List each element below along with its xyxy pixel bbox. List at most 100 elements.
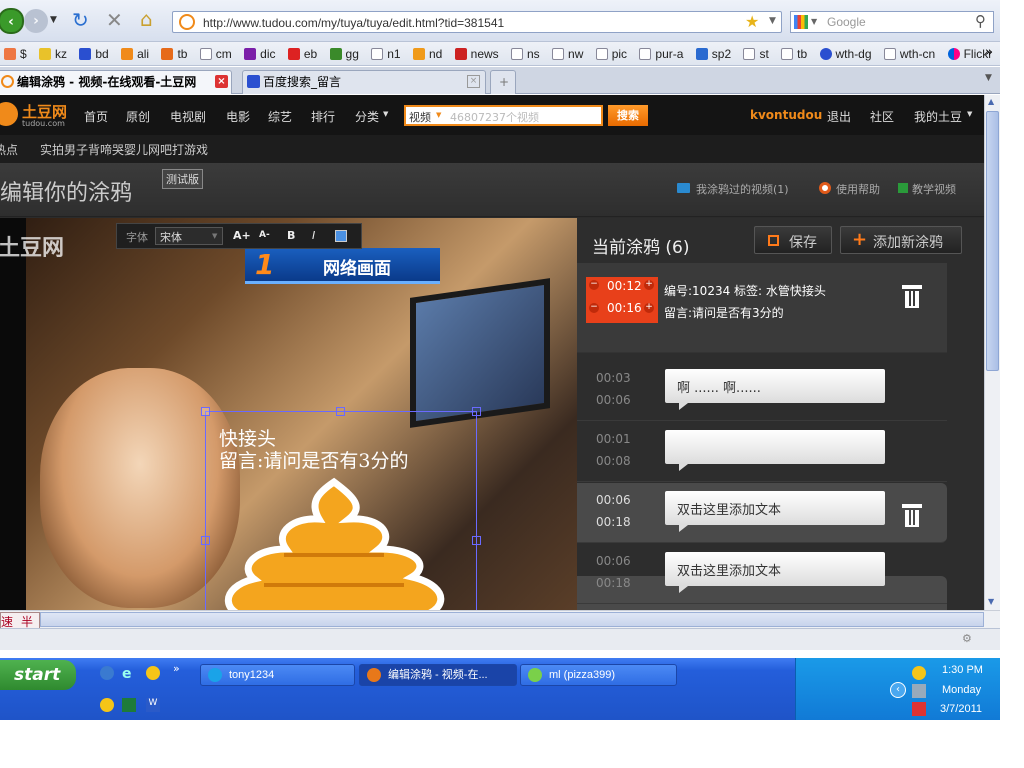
nav-original[interactable]: 原创 <box>126 108 150 125</box>
reload-icon[interactable]: ↻ <box>72 8 89 32</box>
bookmark-item[interactable]: cm <box>199 42 232 65</box>
help-link[interactable]: 使用帮助 <box>836 181 880 197</box>
quicklaunch-overflow-icon[interactable]: » <box>173 662 180 675</box>
scroll-up-icon[interactable]: ▲ <box>988 97 994 106</box>
start-decrement-icon[interactable]: − <box>589 280 599 290</box>
doodle-row[interactable]: 00:06 00:18 双击这里添加文本 <box>577 544 947 604</box>
bold-button[interactable]: B <box>287 229 295 242</box>
color-picker-button[interactable] <box>335 230 347 242</box>
forward-button[interactable]: › <box>24 9 48 33</box>
speech-bubble[interactable]: 啊 ...... 啊...... <box>665 369 885 410</box>
site-search-button[interactable]: 搜索 <box>608 105 648 126</box>
bookmark-item[interactable]: pur-a <box>639 42 683 65</box>
taskbar-item[interactable]: ml (pizza399) <box>520 664 677 686</box>
tab-inactive[interactable]: 百度搜索_留言 × <box>242 70 486 94</box>
history-dropdown-icon[interactable]: ▼ <box>50 15 57 25</box>
breadcrumb-item[interactable]: 热点 <box>0 141 18 158</box>
start-button[interactable]: start <box>0 660 76 690</box>
bookmark-item[interactable]: dic <box>244 42 275 65</box>
home-icon[interactable]: ⌂ <box>140 7 153 31</box>
site-search-input[interactable]: 视频 ▼ 46807237个视频 <box>404 105 603 126</box>
video-canvas[interactable]: 土豆网 1 网络画面 字体 宋体 ▼ A+ A- B I 快接头 留言:请问是否… <box>0 218 577 610</box>
nav-movie[interactable]: 电影 <box>226 108 250 125</box>
my-doodle-videos-link[interactable]: 我涂鸦过的视频(1) <box>696 181 789 197</box>
bookmark-item[interactable]: st <box>743 42 769 65</box>
bookmark-item[interactable]: wth-cn <box>883 42 935 65</box>
ie-icon[interactable]: e <box>122 666 132 682</box>
save-button[interactable]: 保存 <box>754 226 832 254</box>
resize-handle[interactable] <box>336 407 345 416</box>
tray-expand-icon[interactable]: ‹ <box>890 682 906 698</box>
magnifier-icon[interactable]: ⚲ <box>975 12 986 30</box>
tab-list-icon[interactable]: ▼ <box>985 73 992 83</box>
doodle-selection-box[interactable]: 快接头 留言:请问是否有3分的 <box>201 407 481 610</box>
bookmark-item[interactable]: sp2 <box>695 42 731 65</box>
tudou-logo-icon[interactable] <box>0 102 18 126</box>
tab-close-icon[interactable]: × <box>215 75 228 88</box>
start-increment-icon[interactable]: + <box>644 280 654 290</box>
bookmark-item[interactable]: n1 <box>371 42 401 65</box>
end-increment-icon[interactable]: + <box>644 303 654 313</box>
bookmark-item[interactable]: bd <box>79 42 109 65</box>
speech-bubble[interactable] <box>665 430 885 471</box>
bookmark-item[interactable]: nw <box>552 42 583 65</box>
tray-network-icon[interactable] <box>912 684 926 698</box>
tray-security-icon[interactable] <box>912 702 926 716</box>
new-tab-button[interactable]: + <box>490 70 516 94</box>
bookmark-item[interactable]: ali <box>121 42 149 65</box>
address-bar[interactable]: http://www.tudou.com/my/tuya/tuya/edit.h… <box>172 11 782 33</box>
bookmark-item[interactable]: tb <box>161 42 187 65</box>
resize-handle[interactable] <box>201 536 210 545</box>
smiley-icon[interactable] <box>100 698 114 712</box>
nav-tv[interactable]: 电视剧 <box>170 108 206 125</box>
doodle-row[interactable]: 00:01 00:08 <box>577 422 947 482</box>
engine-dropdown-icon[interactable]: ▼ <box>811 17 817 26</box>
resize-handle[interactable] <box>201 407 210 416</box>
bookmark-item[interactable]: news <box>454 42 499 65</box>
bookmark-item[interactable]: nd <box>412 42 442 65</box>
word-icon[interactable]: W <box>146 698 160 712</box>
tab-close-icon[interactable]: × <box>467 75 480 88</box>
selected-doodle-row[interactable]: − 00:12 + − 00:16 + 编号:10234 标签: 水管快接头 留… <box>577 263 947 353</box>
doodle-row[interactable]: 00:06 00:18 双击这里添加文本 <box>577 483 947 543</box>
speech-bubble[interactable]: 双击这里添加文本 <box>665 491 885 532</box>
scroll-down-icon[interactable]: ▼ <box>988 597 994 606</box>
bookmark-item[interactable]: kz <box>39 42 67 65</box>
back-button[interactable]: ‹ <box>0 8 24 34</box>
scroll-thumb[interactable] <box>986 111 999 371</box>
add-doodle-button[interactable]: + 添加新涂鸦 <box>840 226 962 254</box>
bookmark-item[interactable]: pic <box>595 42 627 65</box>
my-tudou-link[interactable]: 我的土豆 <box>914 108 962 125</box>
tray-smiley-icon[interactable] <box>912 666 926 680</box>
username[interactable]: kvontudou <box>750 108 822 122</box>
vertical-scrollbar[interactable]: ▲ ▼ <box>984 95 1000 610</box>
bookmark-item[interactable]: wth-dg <box>819 42 872 65</box>
font-larger-button[interactable]: A+ <box>233 229 251 242</box>
delete-trash-icon[interactable] <box>902 504 922 528</box>
start-time[interactable]: 00:12 <box>607 279 642 293</box>
end-time[interactable]: 00:16 <box>607 301 642 315</box>
hscroll-thumb[interactable] <box>40 612 984 627</box>
stop-icon[interactable]: ✕ <box>106 8 123 32</box>
taskbar-item-active[interactable]: 编辑涂鸦 - 视频-在... <box>359 664 517 686</box>
speech-bubble[interactable]: 双击这里添加文本 <box>665 552 885 593</box>
bookmark-item[interactable]: tb <box>781 42 807 65</box>
quicklaunch-icon[interactable] <box>146 666 160 680</box>
doodle-row[interactable]: 00:03 00:06 啊 ...... 啊...... <box>577 361 947 421</box>
nav-variety[interactable]: 综艺 <box>268 108 292 125</box>
breadcrumb-item[interactable]: 实拍男子背啼哭婴儿网吧打游戏 <box>40 141 208 158</box>
end-decrement-icon[interactable]: − <box>589 303 599 313</box>
search-box[interactable]: ▼ Google ⚲ <box>790 11 994 33</box>
tutorial-link[interactable]: 教学视频 <box>912 181 956 197</box>
nav-rank[interactable]: 排行 <box>311 108 335 125</box>
taskbar-item[interactable]: tony1234 <box>200 664 355 686</box>
resize-handle[interactable] <box>472 407 481 416</box>
quicklaunch-icon[interactable] <box>100 666 114 680</box>
bookmark-item[interactable]: gg <box>329 42 359 65</box>
nav-category[interactable]: 分类 <box>355 108 379 125</box>
tab-active[interactable]: 编辑涂鸦 - 视频-在线观看-土豆网 × <box>0 70 232 94</box>
logout-link[interactable]: 退出 <box>827 108 851 125</box>
font-smaller-button[interactable]: A- <box>259 230 270 240</box>
search-scope[interactable]: 视频 <box>409 109 431 125</box>
resize-handle[interactable] <box>472 536 481 545</box>
